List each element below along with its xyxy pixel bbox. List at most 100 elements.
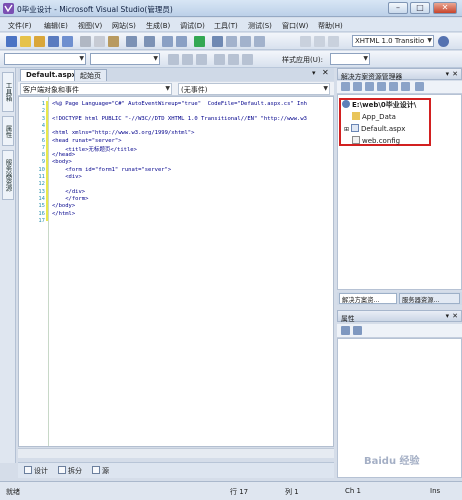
menu-bar: 文件(F) 编辑(E) 视图(V) 网站(S) 生成(B) 调试(D) 工具(T… — [0, 18, 462, 32]
close-button[interactable]: ✕ — [433, 2, 457, 14]
menu-tools[interactable]: 工具(T) — [214, 21, 238, 31]
menu-edit[interactable]: 编辑(E) — [44, 21, 68, 31]
tree-item-app-data[interactable]: App_Data — [352, 112, 396, 121]
style-apply-select[interactable]: ▼ — [330, 53, 370, 65]
code-line: <body> — [52, 159, 72, 166]
format-icon[interactable] — [314, 36, 325, 47]
horizontal-scrollbar[interactable] — [18, 448, 334, 458]
toolbox-tab[interactable]: 工具箱 — [2, 72, 14, 112]
new-project-icon[interactable] — [6, 36, 17, 47]
line-number: 11 — [38, 174, 45, 180]
client-object-select[interactable]: 客户端对象和事件 ▼ — [20, 83, 172, 95]
properties-icon[interactable] — [341, 82, 350, 91]
categorized-icon[interactable] — [341, 326, 350, 335]
doctype-select[interactable]: XHTML 1.0 Transitio ▼ — [352, 35, 434, 47]
line-number: 3 — [41, 115, 45, 122]
bold-icon[interactable] — [168, 54, 179, 65]
align-left-icon[interactable] — [214, 54, 225, 65]
open-icon[interactable] — [34, 36, 45, 47]
config-icon[interactable] — [415, 82, 424, 91]
italic-icon[interactable] — [182, 54, 193, 65]
menu-test[interactable]: 测试(S) — [248, 21, 272, 31]
redo-icon[interactable] — [144, 36, 155, 47]
refresh-icon[interactable] — [353, 82, 362, 91]
server-explorer-tab[interactable]: 服务器资源 — [2, 150, 14, 200]
maximize-button[interactable]: □ — [410, 2, 430, 14]
close-icon[interactable]: ✕ — [452, 70, 458, 78]
underline-icon[interactable] — [196, 54, 207, 65]
close-tab-icon[interactable]: ✕ — [322, 68, 329, 77]
solution-explorer-header: 解决方案资源管理器 ▾ ✕ — [337, 68, 462, 81]
line-number: 17 — [38, 217, 45, 224]
title-bar: 0毕业设计 - Microsoft Visual Studio(管理员) – □… — [0, 0, 462, 17]
line-number: 10 — [38, 166, 45, 173]
save-icon[interactable] — [48, 36, 59, 47]
tree-item-default-aspx[interactable]: ⊞ Default.aspx — [344, 124, 405, 133]
align-center-icon[interactable] — [228, 54, 239, 65]
validation-icon[interactable] — [438, 36, 449, 47]
expand-icon[interactable]: ⊞ — [344, 126, 349, 133]
close-icon[interactable]: ✕ — [452, 312, 458, 320]
menu-build[interactable]: 生成(B) — [146, 21, 170, 31]
view-designer-icon[interactable] — [389, 82, 398, 91]
pin-icon[interactable]: ▾ — [312, 69, 316, 77]
undo-icon[interactable] — [126, 36, 137, 47]
minimize-button[interactable]: – — [388, 2, 408, 14]
properties-window-icon[interactable] — [240, 36, 251, 47]
code-line: </html> — [52, 210, 76, 217]
paste-icon[interactable] — [108, 36, 119, 47]
properties-tab[interactable]: 属性 — [2, 116, 14, 146]
menu-view[interactable]: 视图(V) — [78, 21, 102, 31]
format-icon[interactable] — [300, 36, 311, 47]
menu-website[interactable]: 网站(S) — [112, 21, 136, 31]
design-view-button[interactable]: 设计 — [24, 466, 48, 476]
menu-debug[interactable]: 调试(D) — [180, 21, 205, 31]
pin-icon[interactable]: ▾ — [446, 70, 449, 78]
start-debug-icon[interactable] — [194, 36, 205, 47]
chevron-down-icon: ▼ — [79, 55, 84, 62]
code-editor[interactable]: 1 2 3 4 5 6 7 8 9 10 11 12 13 14 15 16 17 <%@ Page Langu… — [18, 96, 334, 447]
navigate-back-icon[interactable] — [162, 36, 173, 47]
pin-icon[interactable]: ▾ — [446, 312, 449, 320]
tab-start-page[interactable]: 起始页 — [74, 69, 107, 81]
block-format-select[interactable]: ▼ — [4, 53, 86, 65]
tree-item-web-config[interactable]: web.config — [352, 136, 400, 145]
font-select[interactable]: ▼ — [90, 53, 160, 65]
align-right-icon[interactable] — [242, 54, 253, 65]
find-icon[interactable] — [212, 36, 223, 47]
toolbox-icon[interactable] — [254, 36, 265, 47]
solution-explorer-icon[interactable] — [226, 36, 237, 47]
format-icon[interactable] — [328, 36, 339, 47]
line-number: 8 — [41, 152, 45, 159]
status-col: 列 1 — [285, 488, 299, 496]
source-icon — [92, 466, 100, 474]
status-bar: 就绪 行 17 列 1 Ch 1 Ins — [0, 481, 462, 500]
tab-server-explorer[interactable]: 服务器资源... — [399, 293, 460, 304]
line-number-margin: 1 2 3 4 5 6 7 8 9 10 11 12 13 14 15 16 17 — [19, 97, 49, 446]
status-row: 行 17 — [230, 488, 249, 496]
add-item-icon[interactable] — [20, 36, 31, 47]
menu-window[interactable]: 窗口(W) — [282, 21, 308, 31]
menu-help[interactable]: 帮助(H) — [318, 21, 343, 31]
navigate-forward-icon[interactable] — [176, 36, 187, 47]
copy-icon[interactable] — [94, 36, 105, 47]
source-view-button[interactable]: 源 — [92, 466, 109, 476]
code-line: <%@ Page Language="C#" AutoEventWireup="… — [52, 101, 307, 107]
event-select[interactable]: (无事件) ▼ — [178, 83, 330, 95]
view-code-icon[interactable] — [377, 82, 386, 91]
tab-solution-explorer[interactable]: 解决方案资... — [339, 293, 397, 304]
alphabetical-icon[interactable] — [353, 326, 362, 335]
copy-website-icon[interactable] — [401, 82, 410, 91]
line-number: 1 — [41, 101, 45, 107]
tree-root[interactable]: E:\web\0毕业设计\ — [342, 100, 416, 110]
menu-file[interactable]: 文件(F) — [8, 21, 32, 31]
code-line: <!DOCTYPE html PUBLIC "-//W3C//DTD XHTML… — [52, 115, 307, 122]
chevron-down-icon: ▼ — [165, 85, 170, 92]
cut-icon[interactable] — [80, 36, 91, 47]
properties-title: 属性 — [341, 315, 355, 323]
save-all-icon[interactable] — [62, 36, 73, 47]
tab-default-aspx[interactable]: Default.aspx — [20, 69, 83, 81]
nest-files-icon[interactable] — [365, 82, 374, 91]
line-number: 2 — [41, 108, 45, 115]
split-view-button[interactable]: 拆分 — [58, 466, 82, 476]
